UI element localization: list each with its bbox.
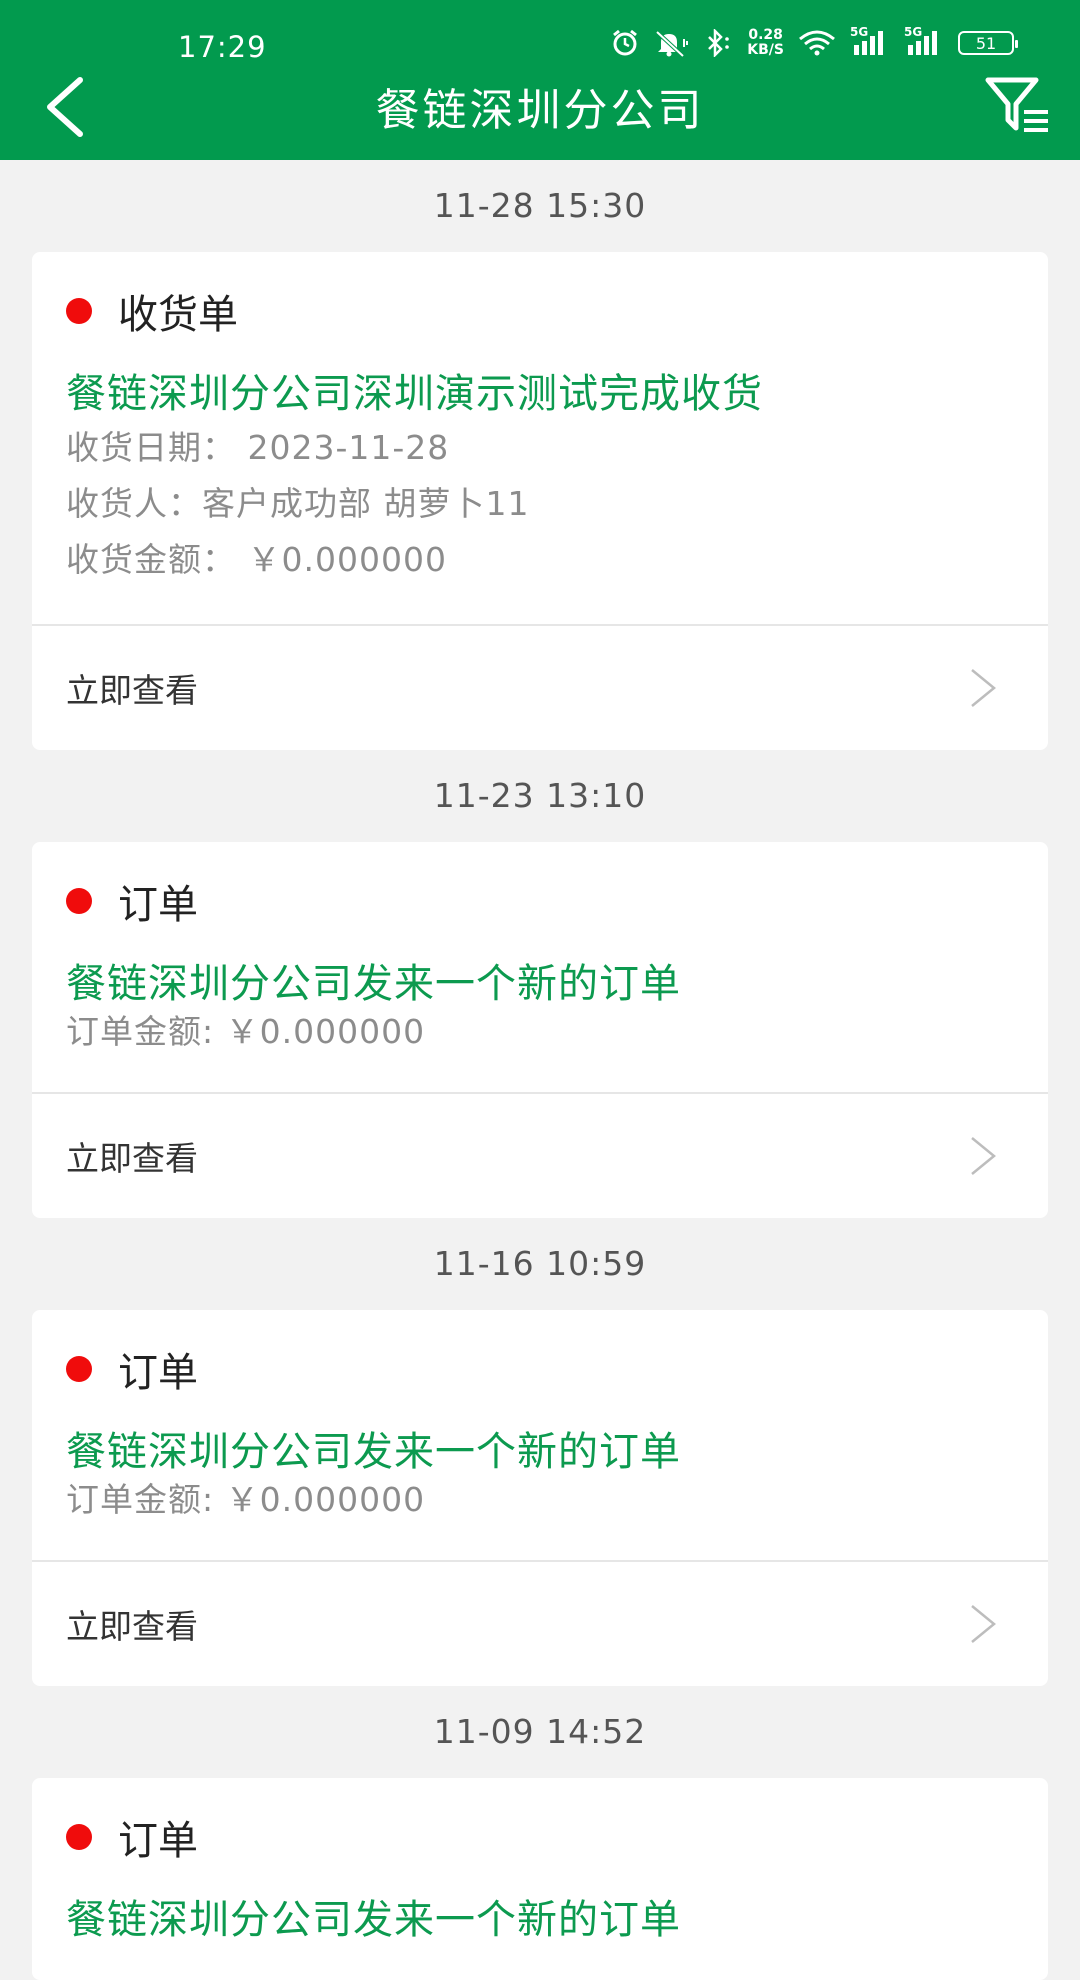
- mute-icon: [655, 30, 689, 57]
- app-header: 17:29 0.28 KB/S 5G 5G 51 餐链深圳分公司: [0, 0, 1080, 160]
- card-body: 订单 餐链深圳分公司发来一个新的订单: [32, 1778, 1048, 1980]
- message-card: 订单 餐链深圳分公司发来一个新的订单 订单金额: ￥0.000000 立即查看: [32, 1310, 1048, 1686]
- view-now-label: 立即查看: [66, 671, 198, 710]
- signal-5g-icon-2: 5G: [904, 25, 944, 57]
- receiver: 收货人：客户成功部 胡萝卜11: [66, 484, 530, 523]
- receipt-amount: 收货金额： ￥0.000000: [66, 540, 447, 579]
- net-speed-value: 0.28: [748, 27, 783, 43]
- alarm-icon: [613, 29, 638, 56]
- view-now-button[interactable]: 立即查看: [32, 624, 1048, 750]
- view-now-label: 立即查看: [66, 1139, 198, 1178]
- receipt-date: 收货日期： 2023-11-28: [66, 428, 450, 467]
- order-amount: 订单金额: ￥0.000000: [66, 1012, 426, 1051]
- message-card: 订单 餐链深圳分公司发来一个新的订单 订单金额: ￥0.000000 立即查看: [32, 842, 1048, 1218]
- view-now-label: 立即查看: [66, 1607, 198, 1646]
- message-card[interactable]: 订单 餐链深圳分公司发来一个新的订单: [32, 1778, 1048, 1980]
- card-body: 收货单 餐链深圳分公司深圳演示测试完成收货 收货日期： 2023-11-28 收…: [32, 252, 1048, 624]
- wifi-icon: [799, 30, 835, 56]
- view-now-button[interactable]: 立即查看: [32, 1092, 1048, 1218]
- message-type: 订单: [118, 1818, 198, 1864]
- message-time: 11-09 14:52: [433, 1712, 647, 1751]
- card-body: 订单 餐链深圳分公司发来一个新的订单 订单金额: ￥0.000000: [32, 1310, 1048, 1560]
- status-icons: 0.28 KB/S 5G 5G 51: [611, 25, 1018, 58]
- card-body: 订单 餐链深圳分公司发来一个新的订单 订单金额: ￥0.000000: [32, 842, 1048, 1092]
- page-title: 餐链深圳分公司: [375, 85, 705, 136]
- message-title: 餐链深圳分公司发来一个新的订单: [66, 961, 681, 1007]
- net-speed-unit: KB/S: [747, 42, 784, 58]
- filter-list-icon: [985, 77, 1048, 132]
- message-list: 11-28 15:30 收货单 餐链深圳分公司深圳演示测试完成收货 收货日期： …: [0, 160, 1080, 1980]
- chevron-right-icon: [971, 669, 996, 707]
- card-type-row: 订单: [66, 876, 1014, 928]
- net-speed: 0.28 KB/S: [747, 28, 784, 58]
- message-time: 11-16 10:59: [433, 1244, 647, 1283]
- unread-dot: [66, 1824, 92, 1850]
- message-title: 餐链深圳分公司发来一个新的订单: [66, 1897, 681, 1943]
- message-type: 订单: [118, 882, 198, 928]
- message-title: 餐链深圳分公司发来一个新的订单: [66, 1429, 681, 1475]
- card-type-row: 订单: [66, 1344, 1014, 1396]
- chevron-right-icon: [971, 1605, 996, 1643]
- unread-dot: [66, 888, 92, 914]
- order-amount: 订单金额: ￥0.000000: [66, 1480, 426, 1519]
- unread-dot: [66, 298, 92, 324]
- filter-button[interactable]: [984, 76, 1054, 136]
- unread-dot: [66, 1356, 92, 1382]
- signal-5g-icon-1: 5G: [850, 25, 890, 57]
- view-now-button[interactable]: 立即查看: [32, 1560, 1048, 1686]
- battery-indicator: 51: [958, 31, 1018, 55]
- message-type: 订单: [118, 1350, 198, 1396]
- status-time: 17:29: [178, 30, 267, 64]
- message-time: 11-23 13:10: [433, 776, 647, 815]
- card-type-row: 订单: [66, 1812, 1014, 1864]
- message-time: 11-28 15:30: [433, 186, 647, 225]
- bluetooth-icon: [708, 29, 730, 57]
- chevron-right-icon: [971, 1137, 996, 1175]
- message-title: 餐链深圳分公司深圳演示测试完成收货: [66, 371, 763, 417]
- card-type-row: 收货单: [66, 286, 1014, 338]
- status-bar: 17:29 0.28 KB/S 5G 5G 51: [0, 0, 1080, 80]
- message-card: 收货单 餐链深圳分公司深圳演示测试完成收货 收货日期： 2023-11-28 收…: [32, 252, 1048, 750]
- message-type: 收货单: [118, 292, 238, 338]
